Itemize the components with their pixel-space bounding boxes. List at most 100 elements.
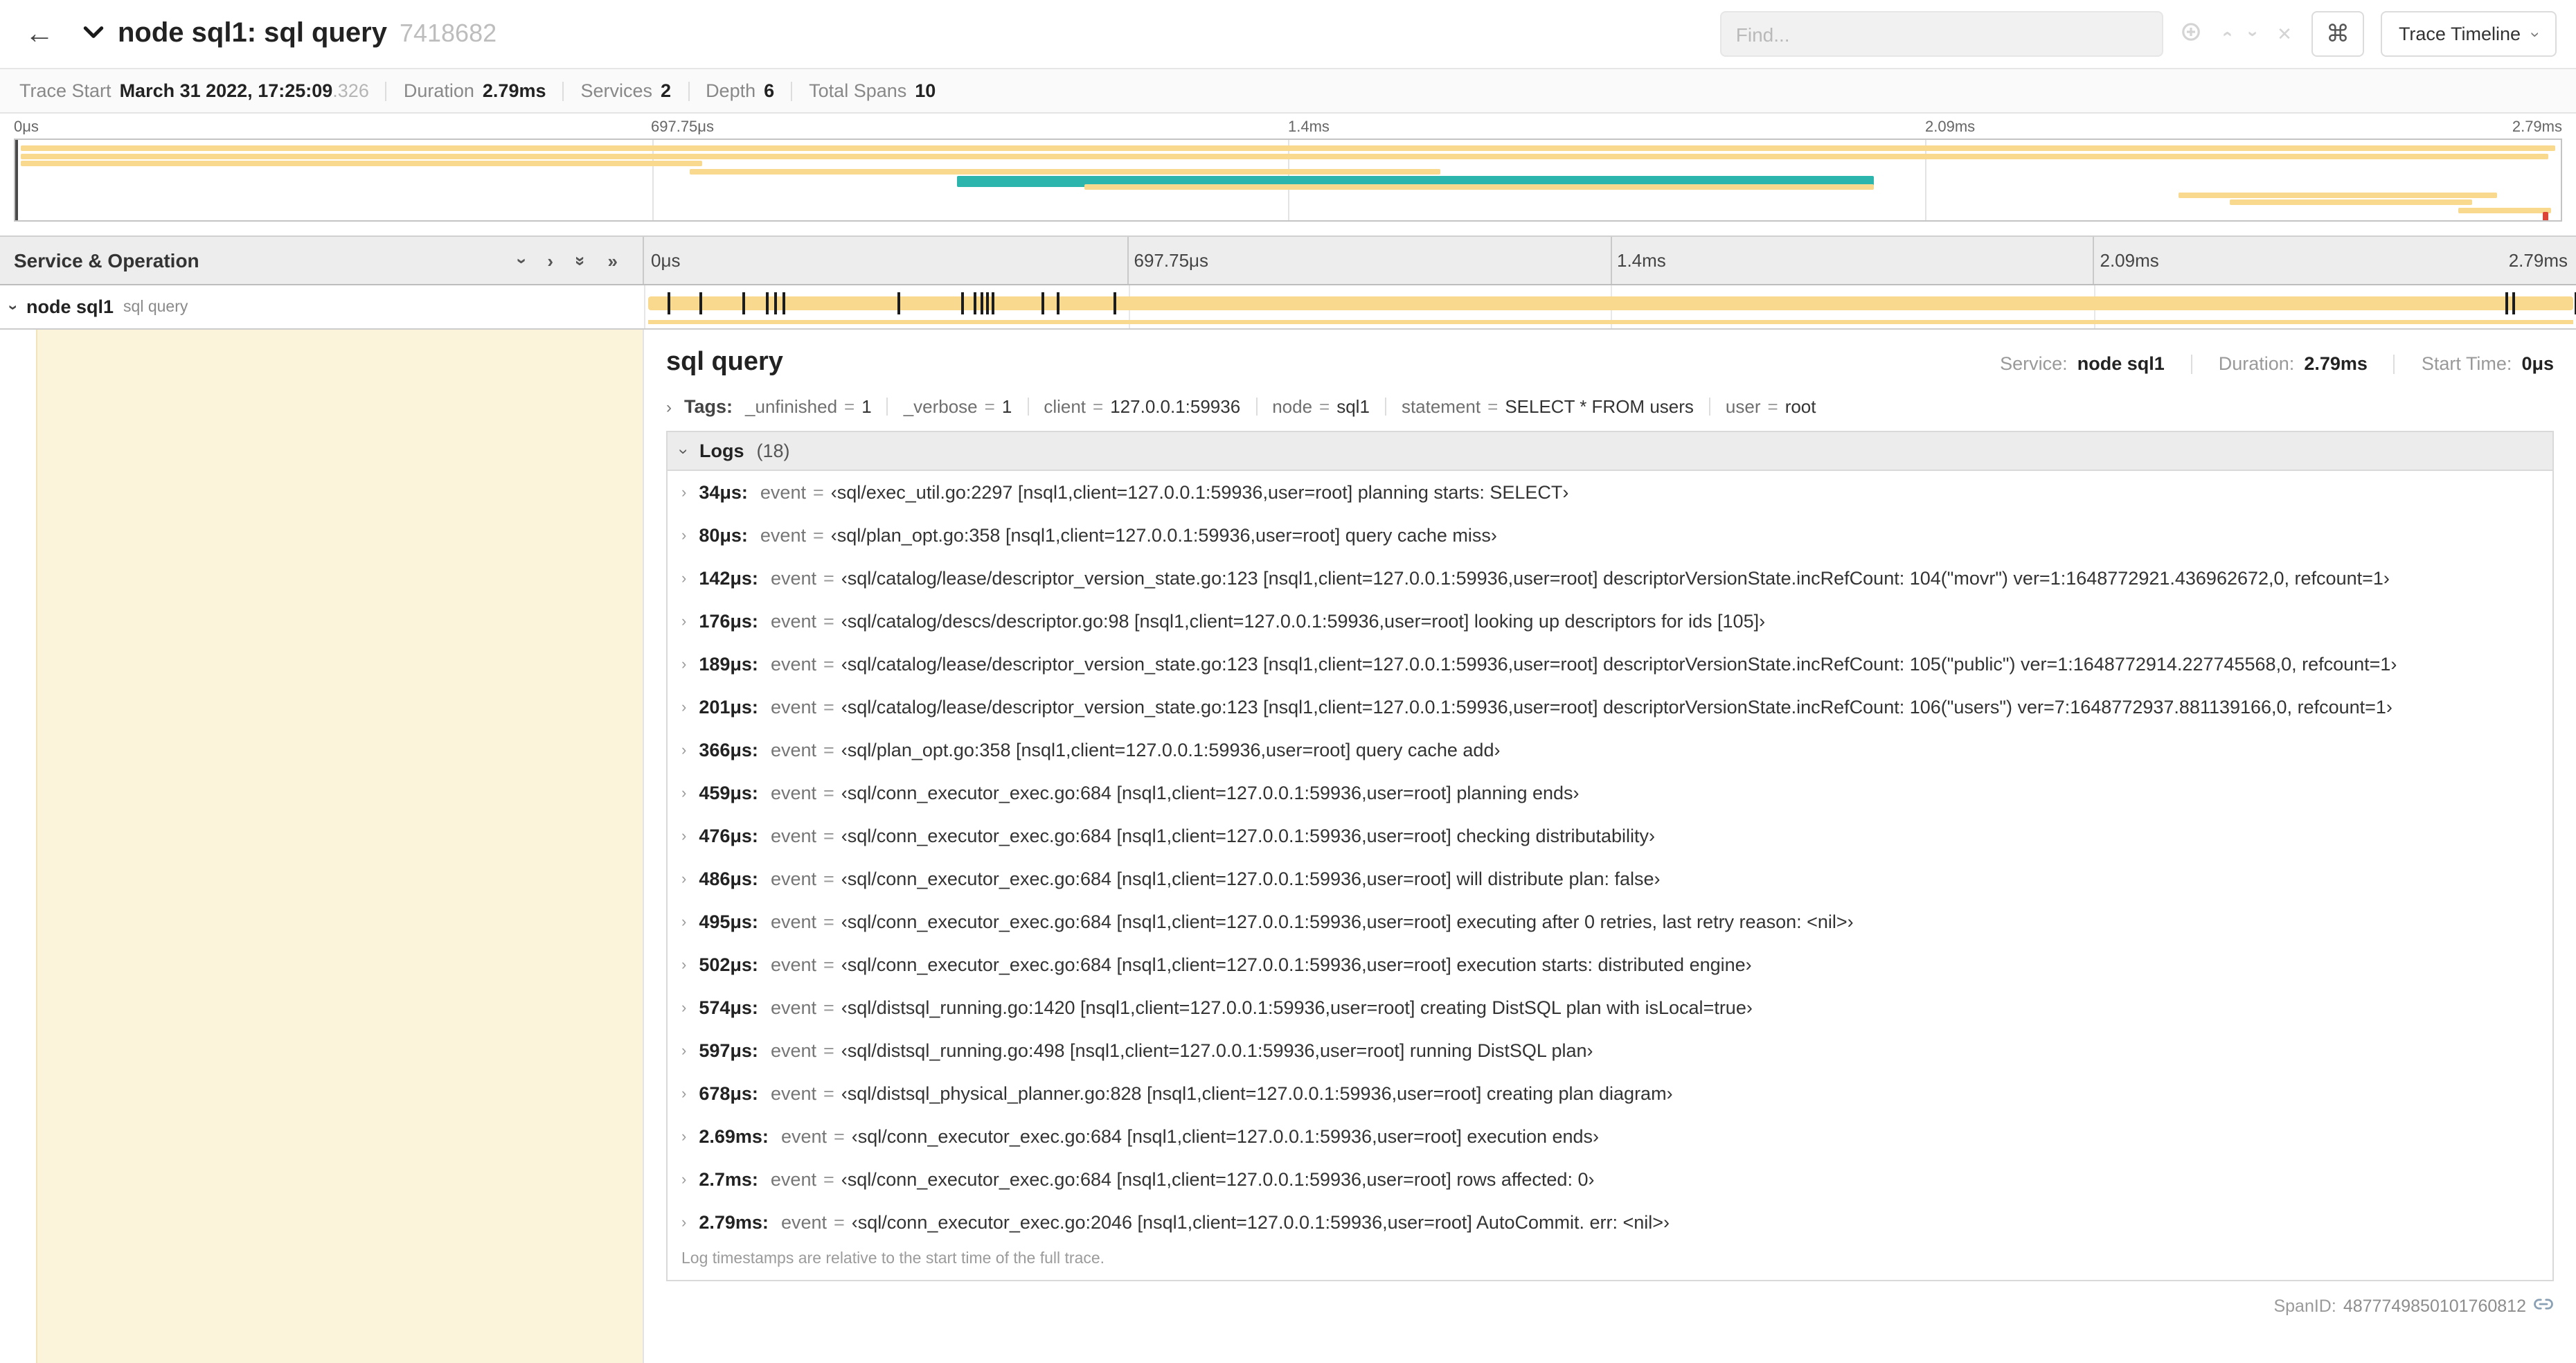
log-row[interactable]: › 459μs: event = ‹sql/conn_executor_exec… bbox=[668, 772, 2552, 814]
log-row[interactable]: › 2.7ms: event = ‹sql/conn_executor_exec… bbox=[668, 1158, 2552, 1201]
expand-all-button[interactable]: » bbox=[608, 251, 618, 269]
log-value: ‹sql/distsql_running.go:498 [nsql1,clien… bbox=[841, 1040, 1593, 1061]
page-title: node sql1: sql query 7418682 bbox=[118, 18, 497, 50]
trace-view-dropdown[interactable]: Trace Timeline › bbox=[2380, 11, 2557, 57]
span-track[interactable] bbox=[644, 285, 2576, 328]
minimap-time-label: 0μs bbox=[14, 119, 39, 136]
locate-button[interactable] bbox=[2181, 21, 2203, 47]
log-key: event bbox=[770, 697, 816, 718]
log-row[interactable]: › 502μs: event = ‹sql/conn_executor_exec… bbox=[668, 943, 2552, 986]
chevron-down-icon: › bbox=[512, 257, 533, 264]
logs-footnote: Log timestamps are relative to the start… bbox=[681, 1251, 1105, 1267]
log-value: ‹sql/conn_executor_exec.go:684 [nsql1,cl… bbox=[851, 1126, 1600, 1147]
log-event-tick bbox=[897, 292, 900, 314]
log-row[interactable]: › 189μs: event = ‹sql/catalog/lease/desc… bbox=[668, 643, 2552, 686]
trace-summary-bar: Trace Start March 31 2022, 17:25:09.326 … bbox=[0, 69, 2576, 114]
log-event-tick bbox=[742, 292, 745, 314]
log-time: 486μs: bbox=[699, 868, 758, 889]
log-event-tick bbox=[765, 292, 769, 314]
close-icon: ✕ bbox=[2277, 24, 2292, 44]
back-button[interactable]: ← bbox=[19, 15, 60, 53]
collapse-one-button[interactable]: › bbox=[512, 251, 533, 269]
keyboard-shortcuts-button[interactable]: ⌘ bbox=[2311, 11, 2364, 57]
log-time: 2.69ms: bbox=[699, 1126, 769, 1147]
log-value: ‹sql/conn_executor_exec.go:684 [nsql1,cl… bbox=[841, 911, 1854, 932]
ruler-label: 2.09ms bbox=[2100, 250, 2159, 271]
trace-title: node sql1: sql query bbox=[118, 18, 387, 48]
command-icon: ⌘ bbox=[2325, 20, 2350, 46]
log-row[interactable]: › 2.79ms: event = ‹sql/conn_executor_exe… bbox=[668, 1201, 2552, 1244]
trace-collapse-button[interactable] bbox=[82, 20, 105, 48]
span-bar[interactable] bbox=[648, 296, 2573, 310]
span-meta: Service: node sql1 Duration: 2.79ms Star… bbox=[2000, 353, 2554, 374]
deep-link-button[interactable] bbox=[2533, 1294, 2554, 1319]
minimap-time-labels: 0μs 697.75μs 1.4ms 2.09ms 2.79ms bbox=[14, 118, 2562, 139]
link-icon bbox=[2533, 1294, 2554, 1319]
span-id-row: SpanID: 4877749850101760812 bbox=[666, 1294, 2554, 1319]
log-time: 2.79ms: bbox=[699, 1212, 769, 1233]
log-key: event bbox=[770, 654, 816, 675]
log-value: ‹sql/plan_opt.go:358 [nsql1,client=127.0… bbox=[841, 740, 1501, 760]
clear-search-button[interactable]: ✕ bbox=[2277, 25, 2292, 43]
expand-one-button[interactable]: › bbox=[547, 251, 553, 269]
ruler-gridline bbox=[1127, 237, 1129, 284]
log-time: 366μs: bbox=[699, 740, 758, 760]
log-value: ‹sql/conn_executor_exec.go:684 [nsql1,cl… bbox=[841, 1169, 1595, 1190]
logs-accordion-header[interactable]: › Logs (18) bbox=[668, 432, 2552, 471]
timeline-left-header: Service & Operation › › » » bbox=[0, 237, 644, 284]
log-row[interactable]: › 142μs: event = ‹sql/catalog/lease/desc… bbox=[668, 557, 2552, 600]
minimap-canvas[interactable] bbox=[14, 139, 2562, 222]
log-event-tick bbox=[774, 292, 778, 314]
span-indent-column bbox=[0, 330, 644, 1363]
log-time: 189μs: bbox=[699, 654, 758, 675]
log-time: 80μs: bbox=[699, 525, 748, 546]
log-key: event bbox=[770, 826, 816, 846]
log-row[interactable]: › 366μs: event = ‹sql/plan_opt.go:358 [n… bbox=[668, 729, 2552, 772]
log-row[interactable]: › 176μs: event = ‹sql/catalog/descs/desc… bbox=[668, 600, 2552, 643]
log-key: event bbox=[770, 783, 816, 803]
tags-accordion[interactable]: › Tags: _unfinished = 1 _verbose = 1 client =… bbox=[666, 396, 2554, 417]
log-event-tick bbox=[1057, 292, 1060, 314]
collapse-all-button[interactable]: » bbox=[570, 251, 591, 269]
trace-id: 7418682 bbox=[399, 19, 497, 47]
trace-minimap[interactable]: 0μs 697.75μs 1.4ms 2.09ms 2.79ms bbox=[0, 114, 2576, 222]
chevron-right-icon: › bbox=[681, 999, 687, 1016]
log-row[interactable]: › 201μs: event = ‹sql/catalog/lease/desc… bbox=[668, 686, 2552, 729]
chevron-right-icon: › bbox=[681, 956, 687, 973]
chevron-right-icon: › bbox=[681, 484, 687, 501]
chevron-right-icon: › bbox=[666, 397, 672, 416]
log-value: ‹sql/catalog/lease/descriptor_version_st… bbox=[841, 697, 2392, 718]
span-operation-title: sql query bbox=[666, 348, 783, 377]
log-row[interactable]: › 34μs: event = ‹sql/exec_util.go:2297 [… bbox=[668, 471, 2552, 514]
ruler-label: 2.79ms bbox=[2508, 250, 2568, 271]
log-row[interactable]: › 80μs: event = ‹sql/plan_opt.go:358 [ns… bbox=[668, 514, 2552, 557]
log-time: 459μs: bbox=[699, 783, 758, 803]
next-result-button[interactable]: › bbox=[2243, 25, 2264, 43]
log-key: event bbox=[770, 611, 816, 632]
minimap-time-label: 697.75μs bbox=[651, 119, 714, 136]
span-row-label[interactable]: › node sql1 sql query bbox=[0, 285, 644, 328]
log-event-tick bbox=[2512, 292, 2516, 314]
chevron-right-icon: › bbox=[547, 250, 554, 271]
log-row[interactable]: › 495μs: event = ‹sql/conn_executor_exec… bbox=[668, 900, 2552, 943]
span-color-guide bbox=[36, 330, 643, 1363]
find-input[interactable] bbox=[1720, 11, 2164, 57]
chevron-right-icon: › bbox=[681, 1171, 687, 1188]
trace-services: Services 2 bbox=[580, 80, 672, 101]
log-row[interactable]: › 476μs: event = ‹sql/conn_executor_exec… bbox=[668, 814, 2552, 857]
log-row[interactable]: › 574μs: event = ‹sql/distsql_running.go… bbox=[668, 986, 2552, 1029]
span-row[interactable]: › node sql1 sql query bbox=[0, 285, 2576, 328]
log-row[interactable]: › 678μs: event = ‹sql/distsql_physical_p… bbox=[668, 1072, 2552, 1115]
log-time: 176μs: bbox=[699, 611, 758, 632]
log-value: ‹sql/conn_executor_exec.go:684 [nsql1,cl… bbox=[841, 868, 1661, 889]
prev-result-button[interactable]: › bbox=[2216, 25, 2237, 43]
log-row[interactable]: › 486μs: event = ‹sql/conn_executor_exec… bbox=[668, 857, 2552, 900]
log-row[interactable]: › 597μs: event = ‹sql/distsql_running.go… bbox=[668, 1029, 2552, 1072]
chevron-right-icon: › bbox=[681, 613, 687, 630]
log-time: 495μs: bbox=[699, 911, 758, 932]
log-row[interactable]: › 2.69ms: event = ‹sql/conn_executor_exe… bbox=[668, 1115, 2552, 1158]
log-value: ‹sql/catalog/descs/descriptor.go:98 [nsq… bbox=[841, 611, 1766, 632]
log-key: event bbox=[770, 1169, 816, 1190]
minimap-span bbox=[20, 153, 2548, 159]
minimap-time-label: 1.4ms bbox=[1288, 119, 1330, 136]
